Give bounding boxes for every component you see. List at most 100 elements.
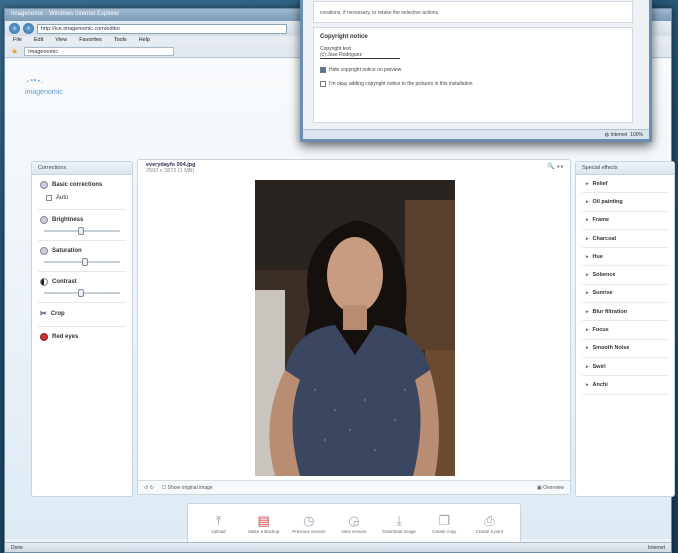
saturation-slider-knob[interactable] bbox=[82, 258, 88, 266]
show-original-checkbox[interactable]: ☐ Show original image bbox=[162, 485, 213, 491]
image-title: everydayfo 004.jpg 2592 x 3872 (1 MB) bbox=[146, 162, 196, 174]
brightness-icon bbox=[40, 216, 48, 224]
contrast-slider[interactable] bbox=[44, 289, 120, 297]
copyright-heading: Copyright notice bbox=[320, 34, 368, 40]
auto-checkbox[interactable]: Auto bbox=[46, 195, 124, 201]
photo-image bbox=[255, 180, 455, 476]
saturation-label: Saturation bbox=[52, 248, 82, 254]
menu-favorites[interactable]: Favorites bbox=[79, 37, 102, 45]
previous-version-icon: ◷ bbox=[303, 512, 315, 528]
menu-edit[interactable]: Edit bbox=[34, 37, 43, 45]
divider bbox=[38, 209, 126, 210]
contrast-icon bbox=[40, 278, 48, 286]
create-copy-label: Create copy bbox=[432, 528, 457, 534]
app-logo[interactable]: imagenomic bbox=[25, 79, 63, 96]
crop-item[interactable]: ✂ Crop bbox=[40, 309, 124, 318]
address-bar[interactable]: http://ice.imagenomic.com/editor bbox=[37, 23, 287, 34]
effect-blur-filtration[interactable]: Blur filtration bbox=[582, 303, 668, 322]
dialog-zoom[interactable]: 100% bbox=[630, 132, 643, 138]
special-effects-panel: Special effects Relief Oil painting Fram… bbox=[575, 161, 675, 497]
forward-button-icon[interactable]: › bbox=[23, 23, 34, 34]
divider bbox=[38, 302, 126, 303]
checkbox-checked[interactable] bbox=[320, 67, 326, 73]
effect-swirl[interactable]: Swirl bbox=[582, 358, 668, 377]
effect-focus[interactable]: Focus bbox=[582, 321, 668, 340]
upload-icon: ⤒ bbox=[215, 512, 222, 528]
browser-tab[interactable]: Imagenomic bbox=[24, 47, 175, 56]
image-footer: ↺ ↻ ☐ Show original image ▣ Overview bbox=[138, 480, 570, 494]
brightness-item[interactable]: Brightness bbox=[40, 216, 124, 224]
create-copy-button[interactable]: ❐ Create copy bbox=[425, 513, 463, 534]
back-button-icon[interactable]: ‹ bbox=[9, 23, 20, 34]
rotate-icon[interactable]: ↺ ↻ bbox=[144, 485, 154, 491]
create-print-button[interactable]: ⎙ Create a print bbox=[470, 513, 508, 534]
dialog-status-bar: ◍ Internet 100% bbox=[303, 129, 649, 139]
copyright-dialog-window: creations, if necessary, to retake the s… bbox=[300, 0, 652, 142]
saturation-icon bbox=[40, 247, 48, 255]
status-zone: Internet bbox=[648, 545, 665, 551]
basic-corrections-item[interactable]: Basic corrections bbox=[40, 181, 124, 189]
red-eyes-label: Red eyes bbox=[52, 334, 79, 340]
saturation-slider[interactable] bbox=[44, 258, 120, 266]
edited-photo[interactable] bbox=[255, 180, 455, 476]
brightness-slider-knob[interactable] bbox=[78, 227, 85, 235]
effect-hue[interactable]: Hue bbox=[582, 248, 668, 267]
crop-label: Crop bbox=[50, 310, 65, 317]
red-eyes-item[interactable]: Red eyes bbox=[40, 333, 124, 341]
effect-oil-painting[interactable]: Oil painting bbox=[582, 193, 668, 212]
contrast-item[interactable]: Contrast bbox=[40, 278, 124, 286]
add-copyright-checkbox[interactable]: I'm okay adding copyright notice to the … bbox=[320, 81, 626, 87]
print-icon: ⎙ bbox=[484, 512, 495, 528]
effect-relief[interactable]: Relief bbox=[582, 175, 668, 194]
menu-tools[interactable]: Tools bbox=[114, 37, 127, 45]
upload-button[interactable]: ⤒ Upload bbox=[200, 513, 238, 534]
divider bbox=[38, 271, 126, 272]
next-version-icon: ◶ bbox=[348, 512, 360, 528]
effect-frame[interactable]: Frame bbox=[582, 212, 668, 230]
special-effects-title: Special effects bbox=[576, 162, 674, 175]
contrast-slider-knob[interactable] bbox=[78, 289, 85, 297]
upload-label: Upload bbox=[211, 528, 226, 534]
backup-button[interactable]: ▤ Make a Backup bbox=[245, 513, 283, 534]
divider bbox=[38, 240, 126, 241]
dialog-zone: Internet bbox=[610, 132, 628, 138]
copyright-section: Copyright notice Copyright text (c) Jose… bbox=[313, 27, 633, 123]
image-zoom-controls[interactable]: 🔍 ◂ ▸ bbox=[547, 163, 564, 170]
hide-copyright-checkbox[interactable]: Hide copyright notice on preview bbox=[320, 67, 626, 73]
favorites-star-icon[interactable]: ★ bbox=[11, 47, 18, 56]
basic-corrections-icon bbox=[40, 181, 48, 189]
backup-icon: ▤ bbox=[257, 512, 270, 528]
menu-view[interactable]: View bbox=[55, 37, 67, 45]
effect-charcoal[interactable]: Charcoal bbox=[582, 230, 668, 249]
effect-anchi[interactable]: Anchi bbox=[582, 376, 668, 395]
download-image-button[interactable]: ⤓ Download image bbox=[380, 513, 418, 534]
hide-copyright-label: Hide copyright notice on preview bbox=[329, 67, 402, 73]
auto-label: Auto bbox=[56, 195, 69, 201]
copyright-input-underline bbox=[320, 58, 400, 59]
brightness-label: Brightness bbox=[52, 217, 84, 223]
overview-button[interactable]: ▣ Overview bbox=[537, 485, 564, 491]
effect-sunrise[interactable]: Sunrise bbox=[582, 285, 668, 304]
backup-label: Make a Backup bbox=[248, 528, 280, 534]
add-copyright-label: I'm okay adding copyright notice to the … bbox=[329, 81, 473, 87]
basic-corrections-label: Basic corrections bbox=[52, 182, 103, 188]
brightness-slider[interactable] bbox=[44, 227, 120, 235]
saturation-item[interactable]: Saturation bbox=[40, 247, 124, 255]
effect-sobence[interactable]: Sobence bbox=[582, 266, 668, 285]
menu-file[interactable]: File bbox=[13, 37, 22, 45]
next-version-button[interactable]: ◶ Next version bbox=[335, 513, 373, 534]
corrections-panel: Corrections Basic corrections Auto Brigh… bbox=[31, 161, 133, 497]
previous-version-label: Previous version bbox=[292, 528, 326, 534]
status-text: Done bbox=[11, 545, 23, 551]
menu-help[interactable]: Help bbox=[139, 37, 150, 45]
show-original-label: Show original image bbox=[167, 484, 213, 491]
create-print-label: Create a print bbox=[475, 528, 504, 534]
auto-checkbox-box[interactable] bbox=[46, 195, 52, 201]
download-icon: ⤓ bbox=[396, 512, 402, 528]
crop-icon: ✂ bbox=[40, 309, 47, 318]
checkbox-unchecked[interactable] bbox=[320, 81, 326, 87]
effect-smooth-noise[interactable]: Smooth Noise bbox=[582, 340, 668, 358]
bottom-toolbar: ⤒ Upload ▤ Make a Backup ◷ Previous version… bbox=[187, 503, 521, 543]
dialog-description: creations, if necessary, to retake the s… bbox=[313, 1, 633, 23]
previous-version-button[interactable]: ◷ Previous version bbox=[290, 513, 328, 534]
